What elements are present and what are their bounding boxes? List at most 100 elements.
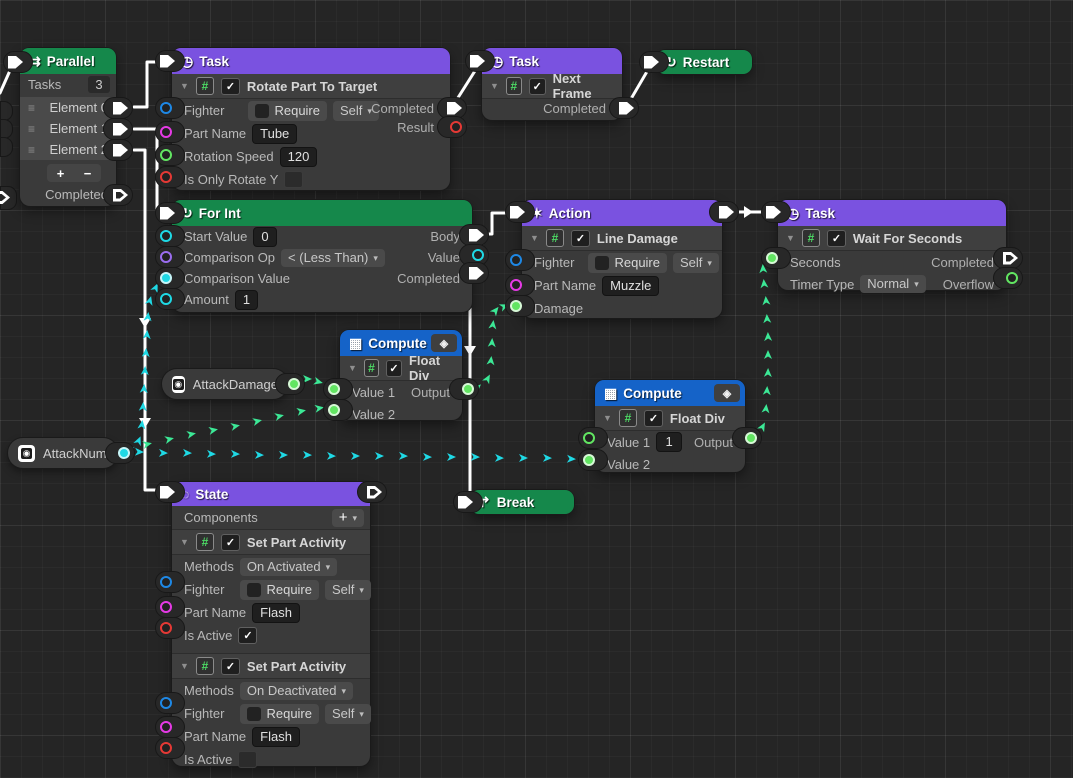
completed-out-port[interactable] [609, 97, 639, 119]
node-header[interactable]: ↻ For Int [172, 200, 472, 226]
enabled-checkbox[interactable]: ✓ [827, 230, 846, 247]
is-only-rotate-y-checkbox[interactable] [284, 171, 303, 188]
node-restart[interactable]: ↻ Restart [656, 50, 752, 74]
amount-field[interactable]: 1 [235, 290, 258, 310]
node-task-rotate[interactable]: ◷ Task ▼ # ✓ Rotate Part To Target Fight… [172, 48, 450, 190]
flow-in-port[interactable] [639, 51, 669, 73]
add-component-button[interactable]: + ▾ [332, 509, 364, 527]
drag-handle-icon[interactable]: ≡ [28, 122, 35, 136]
inspect-button[interactable]: ◈ [714, 384, 740, 402]
element0-out-port[interactable] [103, 97, 133, 119]
flow-in-port[interactable] [761, 201, 791, 223]
node-break[interactable]: ↱ Break [470, 490, 574, 514]
node-parallel[interactable]: ⇉ Parallel Tasks 3 ≡ Element 0 ≡ Element… [20, 48, 116, 206]
is-active-checkbox[interactable]: ✓ [238, 627, 257, 644]
node-for-int[interactable]: ↻ For Int Start Value 0 Body Comparison … [172, 200, 472, 312]
node-graph-canvas[interactable]: ⇉ Parallel Tasks 3 ≡ Element 0 ≡ Element… [0, 0, 1073, 778]
seconds-port[interactable] [761, 247, 791, 269]
node-state[interactable]: ◌ State Components + ▾ ▼ # ✓ Set Part Ac… [172, 482, 370, 766]
fighter-port[interactable] [155, 97, 185, 119]
amount-port[interactable] [155, 288, 185, 310]
wire-attacknum-to-computeb-value2[interactable] [140, 452, 572, 459]
value-out-port[interactable] [105, 442, 135, 464]
part-name-field[interactable]: Flash [252, 727, 300, 747]
rotation-speed-field[interactable]: 120 [280, 147, 318, 167]
value2-port[interactable] [323, 399, 353, 421]
enabled-checkbox[interactable]: ✓ [529, 78, 546, 95]
damage-port[interactable] [505, 295, 535, 317]
element2-out-port[interactable] [103, 139, 133, 161]
node-header[interactable]: ▦ Compute ◈ [595, 380, 745, 406]
remove-element-button[interactable]: − [84, 166, 92, 181]
node-task-next-frame[interactable]: ◷ Task ▼ # ✓ Next Frame Completed [482, 48, 622, 120]
collapse-arrow-icon[interactable]: ▼ [530, 233, 539, 243]
enabled-checkbox[interactable]: ✓ [221, 78, 240, 95]
collapse-arrow-icon[interactable]: ▼ [180, 537, 189, 547]
require-button[interactable]: Require [248, 101, 327, 121]
value-out-port[interactable] [275, 373, 305, 395]
is-active-port[interactable] [155, 737, 185, 759]
node-compute-b[interactable]: ▦ Compute ◈ ▼ # ✓ Float Div Value 1 1 Ou… [595, 380, 745, 472]
fighter-port[interactable] [155, 571, 185, 593]
node-header[interactable]: ◷ Task [778, 200, 1006, 226]
list-item[interactable]: ≡ Element 0 [20, 97, 116, 118]
collapse-arrow-icon[interactable]: ▼ [180, 81, 189, 91]
part-name-field[interactable]: Flash [252, 603, 300, 623]
comparison-op-dropdown[interactable]: < (Less Than) ▾ [281, 249, 385, 267]
collapse-arrow-icon[interactable]: ▼ [180, 661, 189, 671]
element1-out-port[interactable] [103, 118, 133, 140]
node-header[interactable]: ▦ Compute ◈ [340, 330, 462, 356]
drag-handle-icon[interactable]: ≡ [28, 143, 35, 157]
timer-type-dropdown[interactable]: Normal ▾ [860, 275, 925, 293]
overflow-out-port[interactable] [993, 267, 1023, 289]
body-out-port[interactable] [459, 224, 489, 246]
start-value-field[interactable]: 0 [253, 227, 276, 247]
inspect-button[interactable]: ◈ [431, 334, 457, 352]
node-header[interactable]: ⇉ Parallel [20, 48, 116, 74]
node-header[interactable]: ◷ Task [172, 48, 450, 74]
list-item[interactable]: ≡ Element 1 [20, 118, 116, 139]
part-name-port[interactable] [505, 274, 535, 296]
value1-field[interactable]: 1 [656, 432, 682, 452]
add-element-button[interactable]: + [57, 166, 65, 181]
enabled-checkbox[interactable]: ✓ [571, 230, 590, 247]
flow-in-port[interactable] [453, 491, 483, 513]
rotation-speed-port[interactable] [155, 144, 185, 166]
node-compute-a[interactable]: ▦ Compute ◈ ▼ # ✓ Float Div Value 1 Outp… [340, 330, 462, 420]
node-task-wait[interactable]: ◷ Task ▼ # ✓ Wait For Seconds Seconds Co… [778, 200, 1006, 290]
node-header[interactable]: ◷ Task [482, 48, 622, 74]
start-value-port[interactable] [155, 225, 185, 247]
part-name-field[interactable]: Muzzle [602, 276, 659, 296]
wire-computea-output-to-action-damage[interactable] [478, 306, 505, 387]
value1-port[interactable] [323, 378, 353, 400]
node-variable-attack-damage[interactable]: ◉ AttackDamage [162, 369, 288, 399]
enabled-checkbox[interactable]: ✓ [221, 534, 240, 551]
require-button[interactable]: Require [240, 704, 319, 724]
node-variable-attack-num[interactable]: ◉ AttackNum [8, 438, 118, 468]
wire-attacknum-to-computea-value2[interactable] [148, 408, 320, 444]
collapse-arrow-icon[interactable]: ▼ [348, 363, 357, 373]
part-name-field[interactable]: Tube [252, 124, 297, 144]
part-name-port[interactable] [155, 716, 185, 738]
flow-in-port[interactable] [155, 202, 185, 224]
methods-dropdown[interactable]: On Activated ▾ [240, 558, 337, 576]
collapse-arrow-icon[interactable]: ▼ [490, 81, 499, 91]
value1-port[interactable] [578, 427, 608, 449]
flow-in-port[interactable] [3, 51, 33, 73]
output-port[interactable] [449, 378, 479, 400]
enabled-checkbox[interactable]: ✓ [644, 410, 663, 427]
comparison-op-port[interactable] [155, 246, 185, 268]
is-only-rotate-y-port[interactable] [155, 166, 185, 188]
collapse-arrow-icon[interactable]: ▼ [786, 233, 795, 243]
tasks-count-field[interactable]: 3 [88, 76, 110, 93]
require-button[interactable]: Require [240, 580, 319, 600]
flow-in-port[interactable] [465, 50, 495, 72]
enabled-checkbox[interactable]: ✓ [221, 658, 240, 675]
node-header[interactable]: ↻ Restart [656, 50, 752, 74]
result-out-port[interactable] [437, 116, 467, 138]
node-header[interactable]: ◌ State [172, 482, 370, 506]
completed-out-port[interactable] [459, 262, 489, 284]
self-dropdown[interactable]: Self ▾ [673, 253, 719, 273]
flow-in-port[interactable] [505, 201, 535, 223]
part-name-port[interactable] [155, 121, 185, 143]
